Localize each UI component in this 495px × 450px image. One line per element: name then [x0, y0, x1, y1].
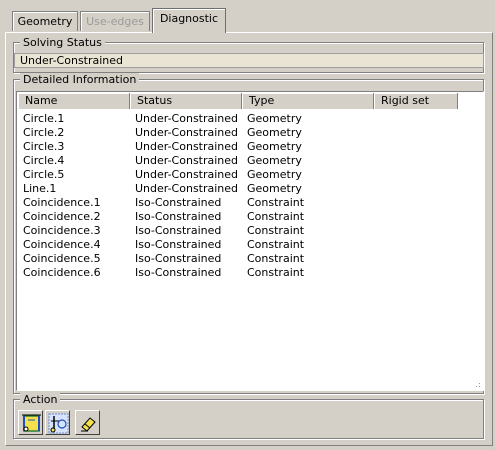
status-cell: Under-Constrained [135, 112, 239, 125]
name-cell: Circle.5 [23, 168, 65, 181]
fix-together-icon [22, 414, 41, 432]
type-cell: Geometry [247, 154, 302, 167]
detailed-information-title: Detailed Information [20, 73, 140, 86]
status-cell: Iso-Constrained [135, 238, 222, 251]
table-row[interactable]: Line.1 Under-Constrained Geometry [23, 182, 313, 196]
column-header-rigid-set[interactable]: Rigid set [374, 93, 458, 109]
table-row[interactable]: Coincidence.3 Iso-Constrained Constraint [23, 224, 313, 238]
status-cell: Iso-Constrained [135, 224, 222, 237]
table-body: Circle.1 Under-Constrained Geometry Circle… [23, 112, 313, 280]
name-cell: Coincidence.5 [23, 252, 101, 265]
type-cell: Geometry [247, 168, 302, 181]
tab-diagnostic[interactable]: Diagnostic [152, 8, 226, 33]
table-row[interactable]: Coincidence.6 Iso-Constrained Constraint [23, 266, 313, 280]
eraser-icon [81, 417, 96, 432]
table-header: Name Status Type Rigid set [18, 93, 478, 109]
name-cell: Line.1 [23, 182, 57, 195]
table-row[interactable]: Coincidence.1 Iso-Constrained Constraint [23, 196, 313, 210]
status-cell: Under-Constrained [135, 126, 239, 139]
table-row[interactable]: Circle.4 Under-Constrained Geometry [23, 154, 313, 168]
tab-use-edges[interactable]: Use-edges [80, 11, 150, 31]
status-cell: Iso-Constrained [135, 252, 222, 265]
table-row[interactable]: Coincidence.2 Iso-Constrained Constraint [23, 210, 313, 224]
column-header-type[interactable]: Type [242, 93, 374, 109]
status-cell: Under-Constrained [135, 140, 239, 153]
tab-bar: Geometry Use-edges Diagnostic [0, 0, 495, 33]
eraser-button[interactable] [75, 410, 100, 435]
name-cell: Circle.3 [23, 140, 65, 153]
type-cell: Geometry [247, 112, 302, 125]
type-cell: Constraint [247, 266, 305, 279]
name-cell: Coincidence.1 [23, 196, 101, 209]
deactivate-constraints-icon [48, 413, 69, 434]
name-cell: Coincidence.6 [23, 266, 101, 279]
name-cell: Coincidence.3 [23, 224, 101, 237]
type-cell: Constraint [247, 238, 305, 251]
fix-together-button[interactable] [18, 410, 43, 435]
table-row[interactable]: Circle.3 Under-Constrained Geometry [23, 140, 313, 154]
status-cell: Iso-Constrained [135, 196, 222, 209]
status-cell: Under-Constrained [135, 182, 239, 195]
table-row[interactable]: Circle.1 Under-Constrained Geometry [23, 112, 313, 126]
deactivate-constraints-button[interactable] [45, 410, 70, 435]
name-cell: Circle.4 [23, 154, 65, 167]
status-cell: Under-Constrained [135, 154, 239, 167]
name-cell: Circle.2 [23, 126, 65, 139]
diagnostic-table[interactable]: Name Status Type Rigid set Circle.1 Under… [16, 91, 484, 391]
tab-geometry[interactable]: Geometry [12, 11, 78, 31]
name-cell: Coincidence.2 [23, 210, 101, 223]
table-row[interactable]: Circle.2 Under-Constrained Geometry [23, 126, 313, 140]
table-row[interactable]: Coincidence.5 Iso-Constrained Constraint [23, 252, 313, 266]
resize-grip-icon [476, 383, 480, 387]
type-cell: Constraint [247, 210, 305, 223]
type-cell: Constraint [247, 196, 305, 209]
type-cell: Constraint [247, 252, 305, 265]
type-cell: Geometry [247, 126, 302, 139]
name-cell: Circle.1 [23, 112, 65, 125]
solving-status-title: Solving Status [20, 36, 105, 49]
table-row[interactable]: Coincidence.4 Iso-Constrained Constraint [23, 238, 313, 252]
name-cell: Coincidence.4 [23, 238, 101, 251]
type-cell: Geometry [247, 140, 302, 153]
table-row[interactable]: Circle.5 Under-Constrained Geometry [23, 168, 313, 182]
type-cell: Constraint [247, 224, 305, 237]
column-header-status[interactable]: Status [130, 93, 242, 109]
status-cell: Iso-Constrained [135, 210, 222, 223]
status-cell: Under-Constrained [135, 168, 239, 181]
column-header-name[interactable]: Name [18, 93, 130, 109]
action-title: Action [20, 393, 61, 406]
type-cell: Geometry [247, 182, 302, 195]
solving-status-value: Under-Constrained [14, 53, 484, 68]
status-cell: Iso-Constrained [135, 266, 222, 279]
